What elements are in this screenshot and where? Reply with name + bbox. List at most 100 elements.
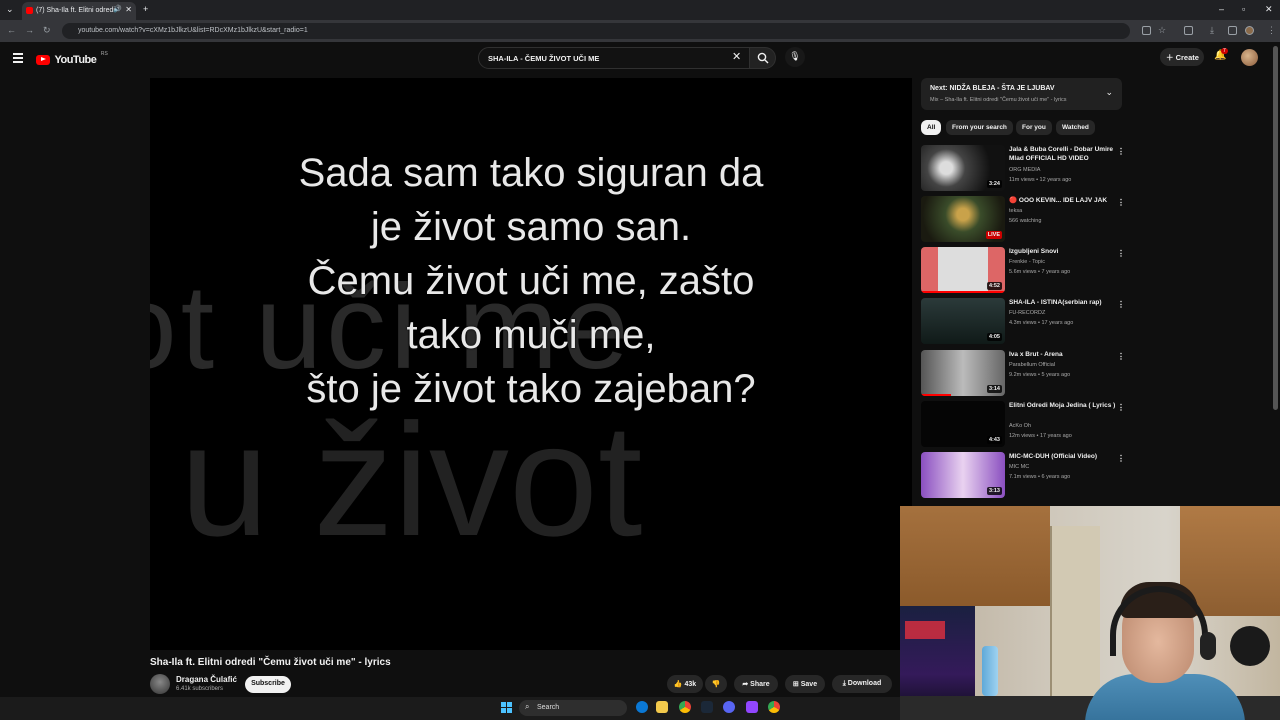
webcam-cabinet xyxy=(900,506,1050,606)
mix-subtitle: Mix – Sha-Ila ft. Elitni odredi "Čemu ži… xyxy=(930,97,1067,103)
rec-title: Elitni Odredi Moja Jedina ( Lyrics ) xyxy=(1009,402,1116,409)
chip-for-you[interactable]: For you xyxy=(1016,120,1052,135)
rec-title: MIC-MC-DUH (Official Video) xyxy=(1009,453,1097,460)
search-input[interactable]: SHA-ILA - ČEMU ŽIVOT UČI ME xyxy=(478,47,750,69)
minimize-icon[interactable]: – xyxy=(1219,4,1224,14)
chrome-icon[interactable] xyxy=(679,701,691,713)
more-options-icon[interactable]: ⋮ xyxy=(1117,352,1125,361)
cast-icon[interactable] xyxy=(1142,26,1151,35)
maximize-icon[interactable]: ▫ xyxy=(1242,4,1245,14)
menu-icon[interactable] xyxy=(13,53,23,65)
thumbs-down-icon: 👎 xyxy=(711,681,721,688)
rec-meta: 9.2m views • 5 years ago xyxy=(1009,372,1071,378)
forward-icon[interactable]: → xyxy=(25,25,34,35)
new-tab-icon[interactable]: + xyxy=(143,4,148,14)
recommendation-item[interactable]: 4:05 SHA-ILA - ISTINA(serbian rap) FU-RE… xyxy=(921,298,1125,344)
playlist-next-panel[interactable]: Next: NIDŽA BLEJA - ŠTA JE LJUBAV Mix – … xyxy=(921,78,1122,110)
youtube-logo[interactable]: YouTube RS xyxy=(36,51,108,69)
lyrics-overlay: Sada sam tako siguran da je život samo s… xyxy=(150,146,912,416)
chip-from-search[interactable]: From your search xyxy=(946,120,1013,135)
tab-list-icon[interactable]: ⌄ xyxy=(6,4,14,15)
chip-watched[interactable]: Watched xyxy=(1056,120,1095,135)
duration-badge: 4:05 xyxy=(986,333,1002,341)
recommendation-item[interactable]: LIVE 🔴 OOO KEVIN... IDE LAJV JAK teksa 5… xyxy=(921,196,1125,242)
more-options-icon[interactable]: ⋮ xyxy=(1117,147,1125,156)
bookmark-star-icon[interactable]: ☆ xyxy=(1158,25,1166,36)
rec-channel: AcKo Oh xyxy=(1009,423,1032,429)
edge-icon[interactable] xyxy=(636,701,648,713)
lyric-line: tako muči me, xyxy=(406,313,656,357)
browser-tab-strip: ⌄ (7) Sha-Ila ft. Elitni odredi " 🔊 ✕ + … xyxy=(0,0,1280,20)
video-thumbnail[interactable]: 4:52 xyxy=(921,247,1005,293)
video-title: Sha-Ila ft. Elitni odredi "Čemu život uč… xyxy=(150,657,391,668)
save-label: Save xyxy=(800,681,818,688)
browser-toolbar: ← → ↻ youtube.com/watch?v=cXMz1bJlkzU&li… xyxy=(0,20,1280,42)
tab-close-icon[interactable]: ✕ xyxy=(125,5,132,14)
more-options-icon[interactable]: ⋮ xyxy=(1117,249,1125,258)
account-avatar[interactable] xyxy=(1241,49,1258,66)
video-thumbnail[interactable]: 4:05 xyxy=(921,298,1005,344)
subscribe-button[interactable]: Subscribe xyxy=(245,676,291,693)
video-thumbnail[interactable]: 3:14 xyxy=(921,350,1005,396)
windows-start-icon[interactable] xyxy=(501,702,512,713)
profile-icon[interactable] xyxy=(1245,26,1254,35)
channel-name[interactable]: Dragana Čulafić xyxy=(176,675,237,684)
save-button[interactable]: ⊞ Save xyxy=(785,675,825,693)
more-options-icon[interactable]: ⋮ xyxy=(1117,454,1125,463)
url-text: youtube.com/watch?v=cXMz1bJlkzU&list=RDc… xyxy=(78,27,308,34)
recommendation-item[interactable]: 4:43 Elitni Odredi Moja Jedina ( Lyrics … xyxy=(921,401,1125,447)
channel-avatar[interactable] xyxy=(150,674,170,694)
back-icon[interactable]: ← xyxy=(7,25,16,35)
recommendation-item[interactable]: 4:52 Izgubljeni Snovi Frenkie - Topic 5.… xyxy=(921,247,1125,293)
create-button[interactable]: ＋ Create xyxy=(1160,48,1204,66)
chevron-down-icon[interactable]: ⌄ xyxy=(1105,87,1113,98)
reload-icon[interactable]: ↻ xyxy=(43,25,51,36)
browser-tab-active[interactable]: (7) Sha-Ila ft. Elitni odredi " 🔊 ✕ xyxy=(22,2,136,20)
rec-meta: 566 watching xyxy=(1009,218,1042,224)
chip-all[interactable]: All xyxy=(921,120,942,135)
video-thumbnail[interactable]: 3:24 xyxy=(921,145,1005,191)
share-button[interactable]: ➦ Share xyxy=(734,675,778,693)
video-thumbnail[interactable]: LIVE xyxy=(921,196,1005,242)
recommendation-item[interactable]: 3:24 Jala & Buba Corelli - Dobar Umire M… xyxy=(921,145,1125,191)
window-close-icon[interactable]: ✕ xyxy=(1265,4,1273,15)
taskbar-search-input[interactable]: ⌕ Search xyxy=(519,700,627,716)
video-player[interactable]: ot uči me u život Sada sam tako siguran … xyxy=(150,78,912,650)
video-thumbnail[interactable]: 3:13 xyxy=(921,452,1005,498)
file-explorer-icon[interactable] xyxy=(656,701,668,713)
webcam-overlay xyxy=(900,506,1280,720)
like-button[interactable]: 👍 43k xyxy=(667,675,703,693)
twitch-icon[interactable] xyxy=(746,701,758,713)
rec-title: Jala & Buba Corelli - Dobar Umire Mlad O… xyxy=(1009,146,1114,162)
webcam-microphone xyxy=(1230,626,1270,666)
like-count: 43k xyxy=(684,681,697,688)
recommendation-item[interactable]: 3:13 MIC-MC-DUH (Official Video) MIC MC … xyxy=(921,452,1125,498)
search-button[interactable] xyxy=(750,47,776,69)
voice-search-button[interactable]: 🎙 xyxy=(785,47,805,67)
rec-title: Iva x Brut - Arena xyxy=(1009,351,1063,358)
download-button[interactable]: ⤓ Download xyxy=(832,675,892,693)
sidepanel-icon[interactable] xyxy=(1228,26,1237,35)
browser-menu-icon[interactable]: ⋮ xyxy=(1267,25,1276,36)
save-icon: ⊞ xyxy=(792,681,799,688)
lyric-line: Sada sam tako siguran da xyxy=(298,151,764,195)
dislike-button[interactable]: 👎 xyxy=(705,675,727,693)
more-options-icon[interactable]: ⋮ xyxy=(1117,300,1125,309)
windows-taskbar xyxy=(0,697,900,720)
more-options-icon[interactable]: ⋮ xyxy=(1117,198,1125,207)
chrome-profile-icon[interactable] xyxy=(768,701,780,713)
address-bar[interactable]: youtube.com/watch?v=cXMz1bJlkzU&list=RDc… xyxy=(62,23,1130,39)
clear-search-icon[interactable]: ✕ xyxy=(732,50,741,63)
download-icon[interactable]: ⤓ xyxy=(1210,25,1214,36)
page-scrollbar[interactable] xyxy=(1273,46,1278,410)
recommendation-item[interactable]: 3:14 Iva x Brut - Arena Parabellum Offic… xyxy=(921,350,1125,396)
extensions-icon[interactable] xyxy=(1184,26,1193,35)
tab-title: (7) Sha-Ila ft. Elitni odredi " xyxy=(36,7,120,14)
lyric-line: Čemu život uči me, zašto xyxy=(307,259,755,303)
video-thumbnail[interactable]: 4:43 xyxy=(921,401,1005,447)
more-options-icon[interactable]: ⋮ xyxy=(1117,403,1125,412)
steam-icon[interactable] xyxy=(701,701,713,713)
search-icon xyxy=(757,52,769,64)
speaker-icon[interactable]: 🔊 xyxy=(113,5,122,13)
discord-icon[interactable] xyxy=(723,701,735,713)
